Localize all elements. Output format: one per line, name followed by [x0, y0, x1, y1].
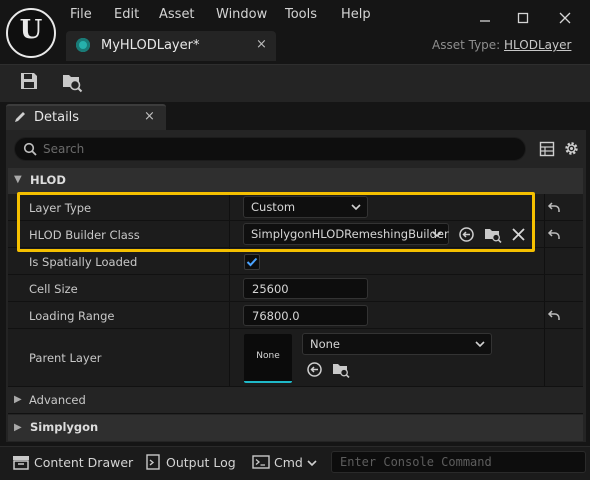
grid-icon[interactable] — [539, 141, 555, 160]
asset-type-label: Asset Type: — [432, 38, 501, 52]
use-selected-icon[interactable] — [306, 361, 323, 381]
category-simplygon[interactable]: ▶ Simplygon — [8, 415, 583, 441]
asset-type-link[interactable]: HLODLayer — [504, 38, 571, 52]
category-hlod-label: HLOD — [30, 173, 66, 187]
console-input[interactable]: Enter Console Command — [331, 451, 586, 473]
asset-icon — [76, 38, 90, 52]
close-details-icon[interactable]: × — [144, 109, 155, 124]
content-drawer-button[interactable]: Content Drawer — [34, 455, 133, 470]
loading-range-value: 76800.0 — [252, 309, 300, 323]
property-row-parent-layer: Parent Layer — [8, 329, 583, 387]
menu-asset[interactable]: Asset — [159, 7, 195, 22]
loading-range-label: Loading Range — [29, 309, 115, 323]
expanded-arrow-icon: ▼ — [14, 174, 22, 185]
category-advanced-label: Advanced — [29, 393, 86, 407]
search-icon — [23, 142, 37, 159]
save-icon[interactable] — [19, 71, 41, 93]
is-spatially-loaded-label: Is Spatially Loaded — [29, 255, 138, 269]
unreal-logo[interactable]: U — [6, 8, 56, 58]
details-tab[interactable]: Details × — [6, 104, 166, 130]
parent-layer-thumbnail[interactable]: None — [244, 334, 292, 383]
browse-folder-icon[interactable] — [332, 361, 350, 381]
document-tab[interactable]: MyHLODLayer* × — [66, 31, 276, 61]
parent-layer-thumbnail-text: None — [256, 351, 280, 361]
console-placeholder: Enter Console Command — [340, 455, 492, 469]
content-drawer-icon[interactable] — [12, 454, 30, 473]
close-tab-icon[interactable]: × — [256, 37, 267, 52]
menu-file[interactable]: File — [70, 7, 92, 22]
reset-arrow-icon[interactable] — [547, 229, 563, 243]
browse-asset-icon[interactable] — [61, 71, 83, 93]
highlight-box — [17, 192, 535, 252]
details-pencil-icon — [13, 110, 27, 127]
parent-layer-combo[interactable]: None — [302, 333, 492, 355]
menu-edit[interactable]: Edit — [114, 7, 139, 22]
category-hlod[interactable]: ▼ HLOD — [8, 168, 583, 194]
search-input[interactable]: Search — [14, 137, 526, 161]
category-simplygon-label: Simplygon — [30, 420, 99, 434]
output-log-icon[interactable] — [146, 454, 160, 473]
loading-range-field[interactable]: 76800.0 — [243, 305, 368, 326]
is-spatially-loaded-checkbox[interactable] — [244, 254, 260, 270]
menu-tools[interactable]: Tools — [285, 7, 317, 22]
collapsed-arrow-icon: ▶ — [14, 394, 22, 405]
minimize-icon[interactable] — [470, 6, 500, 30]
reset-arrow-icon[interactable] — [547, 202, 563, 216]
output-log-button[interactable]: Output Log — [166, 455, 236, 470]
gear-icon[interactable] — [563, 140, 580, 160]
cmd-button[interactable]: Cmd — [274, 455, 303, 470]
menu-window[interactable]: Window — [216, 7, 267, 22]
reset-arrow-icon[interactable] — [547, 310, 563, 324]
toolbar — [0, 64, 590, 102]
search-placeholder: Search — [43, 142, 85, 156]
menu-help[interactable]: Help — [341, 7, 371, 22]
category-advanced[interactable]: ▶ Advanced — [8, 387, 583, 414]
close-window-icon[interactable] — [550, 6, 580, 30]
document-tab-label: MyHLODLayer* — [101, 38, 200, 53]
maximize-icon[interactable] — [508, 6, 538, 30]
cell-size-value: 25600 — [252, 282, 289, 296]
chevron-down-icon[interactable] — [307, 457, 317, 471]
cell-size-field[interactable]: 25600 — [243, 278, 368, 299]
parent-layer-value: None — [310, 337, 341, 351]
checkmark-icon — [246, 257, 258, 267]
property-row-is-spatially-loaded: Is Spatially Loaded — [8, 248, 583, 275]
details-tab-label: Details — [34, 110, 80, 125]
chevron-down-icon — [475, 341, 485, 348]
cmd-icon[interactable] — [252, 455, 270, 472]
parent-layer-label: Parent Layer — [29, 351, 102, 365]
collapsed-arrow-icon: ▶ — [14, 422, 22, 433]
cell-size-label: Cell Size — [29, 282, 78, 296]
